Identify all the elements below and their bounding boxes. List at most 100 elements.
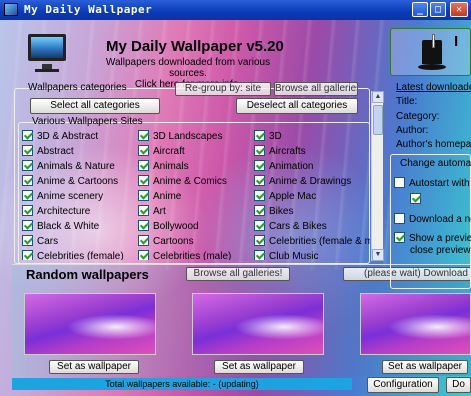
category-checkbox[interactable]: [254, 160, 265, 171]
category-item[interactable]: 3D: [254, 130, 282, 144]
minimize-icon: _: [416, 4, 424, 15]
category-item[interactable]: Celebrities (female & male): [254, 235, 370, 249]
download-new-checkbox[interactable]: [394, 213, 405, 224]
category-checkbox[interactable]: [254, 220, 265, 231]
category-item[interactable]: Anime scenery: [22, 190, 103, 204]
monitor-screen: [28, 34, 66, 61]
show-preview-checkbox[interactable]: [394, 232, 405, 243]
scroll-down-icon[interactable]: ▼: [372, 249, 384, 261]
category-label: Celebrities (female): [37, 251, 124, 260]
category-item[interactable]: Anime & Comics: [138, 175, 227, 189]
category-item[interactable]: Celebrities (female): [22, 250, 124, 260]
category-checkbox[interactable]: [254, 145, 265, 156]
wallpaper-thumbnail[interactable]: [24, 293, 156, 355]
category-checkbox[interactable]: [22, 190, 33, 201]
category-label: Cars & Bikes: [269, 221, 327, 232]
category-item[interactable]: Bollywood: [138, 220, 199, 234]
category-checkbox[interactable]: [254, 175, 265, 186]
close-button[interactable]: ✕: [450, 2, 468, 17]
autostart-option[interactable]: Autostart with Wi: [394, 177, 471, 190]
category-item[interactable]: Animals: [138, 160, 189, 174]
category-item[interactable]: Bikes: [254, 205, 293, 219]
category-checkbox[interactable]: [138, 190, 149, 201]
close-app-button[interactable]: Do: [446, 377, 471, 393]
category-checkbox[interactable]: [254, 130, 265, 141]
category-checkbox[interactable]: [254, 235, 265, 246]
category-checkbox[interactable]: [138, 205, 149, 216]
category-checkbox[interactable]: [138, 160, 149, 171]
category-checkbox[interactable]: [22, 250, 33, 260]
category-checkbox[interactable]: [138, 235, 149, 246]
category-label: 3D & Abstract: [37, 131, 99, 142]
regroup-button[interactable]: Re-group by: site: [175, 82, 271, 96]
author-label: Author:: [396, 125, 429, 136]
category-item[interactable]: Cars: [22, 235, 58, 249]
set-as-wallpaper-button[interactable]: Set as wallpaper: [214, 360, 304, 374]
category-checkbox[interactable]: [138, 175, 149, 186]
category-checkbox[interactable]: [22, 205, 33, 216]
scroll-up-icon[interactable]: ▲: [372, 91, 384, 103]
category-checkbox[interactable]: [138, 145, 149, 156]
category-checkbox[interactable]: [22, 145, 33, 156]
category-label: Bikes: [269, 206, 294, 217]
category-checkbox[interactable]: [22, 220, 33, 231]
minimize-button[interactable]: _: [412, 2, 428, 17]
wallpaper-thumbnail[interactable]: [192, 293, 324, 355]
category-item[interactable]: Anime: [138, 190, 181, 204]
category-checkbox[interactable]: [138, 220, 149, 231]
category-checkbox[interactable]: [138, 130, 149, 141]
category-checkbox[interactable]: [254, 205, 265, 216]
category-item[interactable]: Cartoons: [138, 235, 194, 249]
category-item[interactable]: Art: [138, 205, 166, 219]
category-label: Art: [153, 206, 166, 217]
wand: [432, 34, 435, 48]
category-item[interactable]: Apple Mac: [254, 190, 316, 204]
category-checkbox[interactable]: [22, 235, 33, 246]
category-item[interactable]: Cars & Bikes: [254, 220, 327, 234]
category-item[interactable]: Club Music: [254, 250, 318, 260]
monitor-icon: [24, 28, 70, 74]
autostart-sub-option[interactable]: [410, 193, 425, 206]
status-bar: Total wallpapers available: - (updating): [12, 378, 352, 390]
category-item[interactable]: Anime & Cartoons: [22, 175, 118, 189]
monitor-base: [35, 69, 59, 72]
scrollbar-thumb[interactable]: [373, 105, 383, 135]
random-browse-all-button[interactable]: Browse all galleries!: [186, 267, 290, 281]
category-scrollbar[interactable]: ▲ ▼: [371, 91, 384, 261]
category-item[interactable]: Animals & Nature: [22, 160, 115, 174]
category-item[interactable]: 3D & Abstract: [22, 130, 98, 144]
category-checkbox[interactable]: [254, 250, 265, 260]
category-item[interactable]: Animation: [254, 160, 313, 174]
select-all-categories-button[interactable]: Select all categories: [30, 98, 160, 114]
title-bar[interactable]: My Daily Wallpaper _ □ ✕: [0, 0, 471, 20]
autostart-checkbox[interactable]: [394, 177, 405, 188]
category-label: Apple Mac: [269, 191, 317, 202]
category-checkbox[interactable]: [22, 130, 33, 141]
category-checkbox[interactable]: [22, 175, 33, 186]
category-label: Animation: [269, 161, 314, 172]
category-checkbox[interactable]: [138, 250, 149, 260]
category-item[interactable]: Black & White: [22, 220, 99, 234]
category-checkbox[interactable]: [254, 190, 265, 201]
category-item[interactable]: Celebrities (male): [138, 250, 231, 260]
random-wallpapers-title: Random wallpapers: [26, 267, 149, 282]
category-checkbox[interactable]: [22, 160, 33, 171]
download-new-option[interactable]: Download a new: [394, 213, 471, 226]
category-item[interactable]: Abstract: [22, 145, 74, 159]
category-item[interactable]: 3D Landscapes: [138, 130, 223, 144]
maximize-icon: □: [434, 4, 442, 15]
autostart-sub-checkbox[interactable]: [410, 193, 421, 204]
category-label: Celebrities (male): [153, 251, 232, 260]
category-item[interactable]: Architecture: [22, 205, 90, 219]
latest-downloaded-link[interactable]: Latest downloaded w: [396, 82, 471, 94]
maximize-button[interactable]: □: [430, 2, 446, 17]
category-item[interactable]: Anime & Drawings: [254, 175, 351, 189]
configuration-button[interactable]: Configuration: [367, 377, 439, 393]
subtitle-line1: Wallpapers downloaded from various sourc…: [105, 57, 271, 79]
set-as-wallpaper-button[interactable]: Set as wallpaper: [49, 360, 139, 374]
category-item[interactable]: Aircraft: [138, 145, 185, 159]
category-item[interactable]: Aircrafts: [254, 145, 306, 159]
deselect-all-categories-button[interactable]: Deselect all categories: [236, 98, 358, 114]
show-preview-option[interactable]: Show a preview li: [394, 232, 471, 245]
browse-all-galleries-button[interactable]: Browse all galleries!: [274, 82, 358, 96]
